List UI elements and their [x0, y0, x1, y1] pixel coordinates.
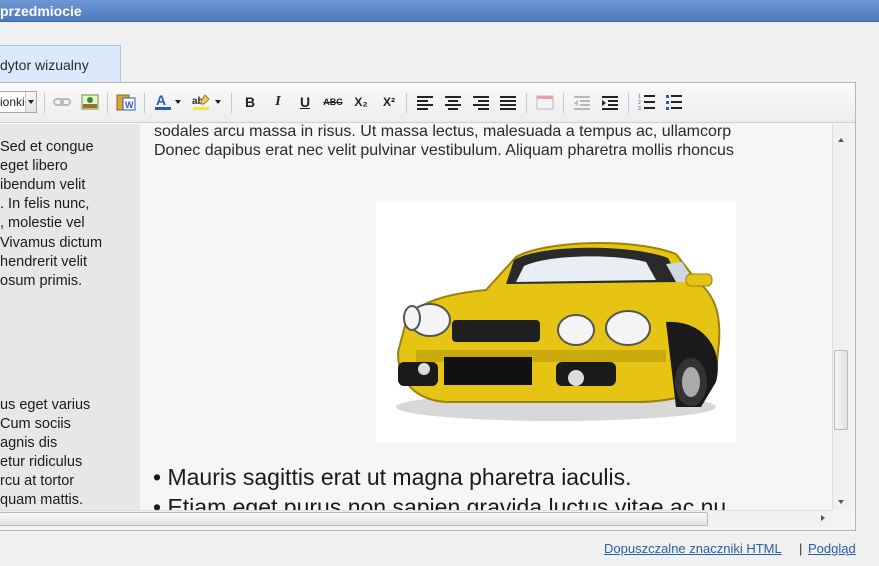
align-left-icon [417, 96, 433, 110]
sidebar-line: agnis dis [0, 435, 58, 451]
vertical-scrollbar[interactable] [832, 124, 849, 510]
list-item: • Etiam eget purus non sapien gravida lu… [153, 494, 726, 510]
paragraph-line: Donec dapibus erat nec velit pulvinar ve… [154, 142, 734, 159]
indent-icon [602, 96, 618, 110]
paste-from-word-icon: W [116, 94, 136, 111]
underline-icon: U [299, 94, 311, 110]
paragraph-line: sodales arcu massa in risus. Ut massa le… [154, 124, 732, 140]
list-item-text: Mauris sagittis erat ut magna pharetra i… [167, 464, 632, 490]
preview-link[interactable]: Podgląd [808, 541, 856, 556]
window-titlebar: przedmiocie [0, 0, 879, 22]
sidebar-line: , molestie vel [0, 215, 85, 231]
subscript-button[interactable]: X₂ [350, 91, 372, 113]
table-icon [536, 95, 554, 110]
allowed-html-tags-link[interactable]: Dopuszczalne znaczniki HTML [604, 541, 782, 556]
font-select-value: ionki [0, 95, 25, 109]
indent-button[interactable] [599, 91, 621, 113]
toolbar-divider [231, 93, 232, 113]
align-left-button[interactable] [414, 91, 436, 113]
editor-content-area[interactable]: sodales arcu massa in risus. Ut massa le… [141, 124, 831, 510]
outdent-icon [574, 96, 590, 110]
sidebar-line: hendrerit velit [0, 254, 88, 270]
text-color-button[interactable]: A [152, 91, 174, 113]
sidebar-line: . In felis nunc, [0, 196, 90, 212]
align-justify-icon [500, 96, 516, 110]
svg-text:A: A [156, 92, 166, 108]
strikethrough-icon: ABC [323, 97, 343, 107]
ordered-list-icon: 123 [638, 94, 655, 111]
align-right-button[interactable] [470, 91, 492, 113]
sidebar-line: Sed et congue [0, 139, 94, 155]
sidebar-line: Cum sociis [0, 416, 71, 432]
text-color-icon: A [155, 92, 171, 110]
tab-label: dytor wizualny [0, 57, 89, 73]
sidebar-line: osum primis. [0, 273, 83, 289]
toolbar-divider [107, 93, 108, 113]
sidebar-line: Vivamus dictum [0, 235, 103, 251]
scroll-down-arrow-icon[interactable] [838, 500, 844, 504]
superscript-button[interactable]: X² [378, 91, 400, 113]
font-select[interactable]: ionki [0, 91, 37, 113]
align-right-icon [473, 96, 489, 110]
editor-page: { "header": { "title": "przedmiocie" }, … [0, 0, 879, 566]
insert-image-button[interactable] [79, 91, 101, 113]
editor-toolbar: ionki W A ab B I U ABC X₂ X² 1 2 3 [0, 83, 855, 123]
inserted-image[interactable] [376, 202, 736, 442]
chevron-down-icon [175, 100, 181, 104]
tab-visual-editor[interactable]: dytor wizualny [0, 45, 121, 83]
paste-from-word-button[interactable]: W [115, 91, 137, 113]
chevron-down-icon[interactable] [25, 92, 36, 112]
sidebar-line: us eget varius [0, 397, 91, 413]
italic-button[interactable]: I [267, 91, 289, 113]
outdent-button[interactable] [571, 91, 593, 113]
sidebar-text-column: Sed et congue eget libero ibendum velit … [0, 124, 140, 510]
sidebar-line: rcu at tortor [0, 473, 75, 489]
image-icon [81, 94, 99, 110]
toolbar-divider [526, 93, 527, 113]
toolbar-divider [406, 93, 407, 113]
scroll-right-arrow-icon[interactable] [821, 515, 825, 521]
toolbar-divider [144, 93, 145, 113]
page-title: przedmiocie [0, 3, 82, 19]
toolbar-divider [628, 93, 629, 113]
toolbar-divider [563, 93, 564, 113]
sidebar-line: etur ridiculus [0, 454, 83, 470]
horizontal-scrollbar[interactable] [0, 510, 832, 527]
underline-button[interactable]: U [294, 91, 316, 113]
list-item: • Mauris sagittis erat ut magna pharetra… [153, 464, 632, 490]
toolbar-divider [44, 93, 45, 113]
svg-text:3: 3 [638, 106, 641, 111]
subscript-icon: X₂ [354, 95, 368, 109]
svg-text:W: W [125, 100, 134, 110]
sidebar-line: eget libero [0, 158, 68, 174]
bold-icon: B [244, 94, 256, 110]
align-justify-button[interactable] [497, 91, 519, 113]
scroll-up-arrow-icon[interactable] [838, 138, 844, 142]
highlight-color-button[interactable]: ab [190, 91, 212, 113]
horizontal-scroll-thumb[interactable] [0, 512, 708, 526]
align-center-icon [445, 96, 461, 110]
strikethrough-button[interactable]: ABC [321, 91, 345, 113]
unordered-list-icon [666, 95, 682, 110]
italic-icon: I [275, 94, 281, 109]
text-color-dropdown[interactable] [172, 91, 184, 113]
sidebar-line: quam mattis. [0, 492, 83, 508]
bold-button[interactable]: B [239, 91, 261, 113]
unordered-list-button[interactable] [663, 91, 685, 113]
insert-table-button[interactable] [534, 91, 556, 113]
chevron-down-icon [215, 100, 221, 104]
link-button[interactable] [51, 91, 73, 113]
footer-separator: | [799, 541, 803, 556]
sidebar-line: ibendum velit [0, 177, 86, 193]
vertical-scroll-thumb[interactable] [834, 350, 848, 430]
highlight-color-icon: ab [192, 94, 210, 110]
car-image [396, 242, 721, 421]
align-center-button[interactable] [442, 91, 464, 113]
highlight-color-dropdown[interactable] [212, 91, 224, 113]
link-icon [53, 98, 71, 106]
superscript-icon: X² [383, 95, 395, 109]
list-item-text: Etiam eget purus non sapien gravida luct… [167, 494, 727, 510]
ordered-list-button[interactable]: 123 [636, 91, 658, 113]
